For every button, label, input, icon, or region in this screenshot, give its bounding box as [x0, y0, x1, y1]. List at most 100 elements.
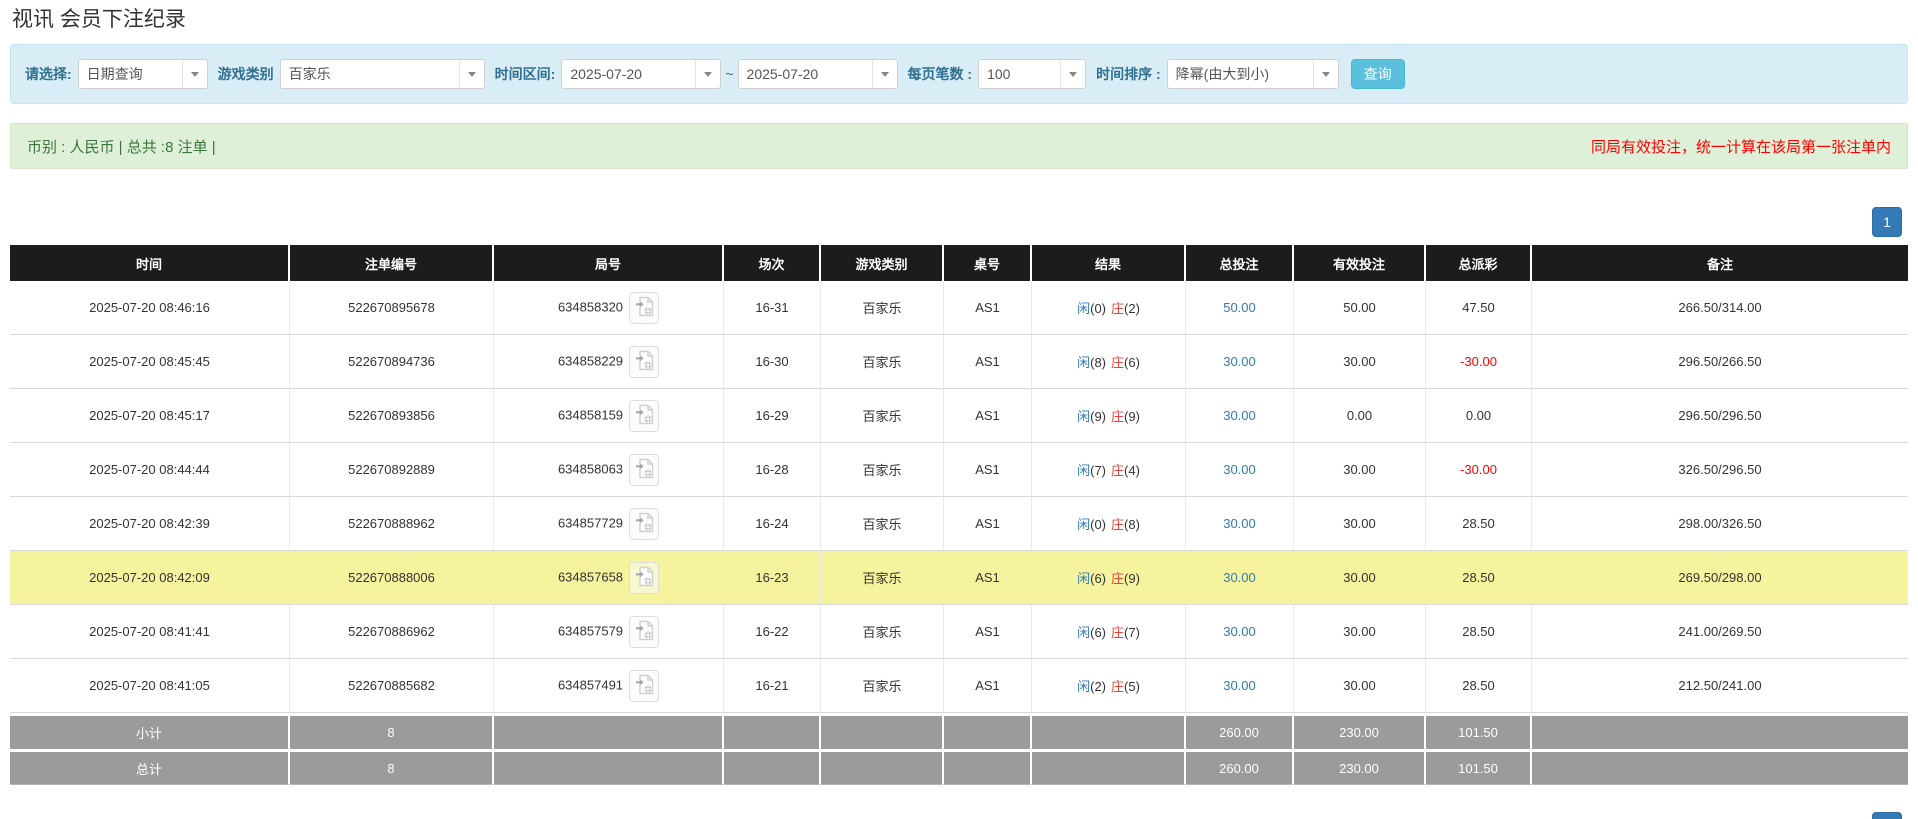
table-header: 时间 注单编号 局号 场次 游戏类别 桌号 结果 总投注 有效投注 总派彩 备注: [10, 245, 1908, 281]
chevron-down-icon[interactable]: [695, 60, 720, 88]
round-id-text: 634857579: [557, 622, 624, 638]
result-player-value: (0): [1090, 517, 1106, 532]
result-player-label: 闲: [1077, 463, 1091, 478]
total-total-bet: 260.00: [1186, 749, 1294, 785]
cell-result: 闲(2) 庄(5): [1032, 659, 1186, 713]
total-bet-link[interactable]: 30.00: [1186, 605, 1294, 659]
search-button[interactable]: 查询: [1350, 59, 1405, 89]
cell-table-no: AS1: [944, 659, 1032, 713]
sort-order-value: 降幂(由大到小): [1175, 66, 1269, 82]
cell-remark: 212.50/241.00: [1532, 659, 1908, 713]
total-bet-link[interactable]: 30.00: [1186, 551, 1294, 605]
column-header-table-no: 桌号: [944, 245, 1032, 281]
video-record-icon-button[interactable]: [629, 669, 660, 702]
chevron-down-icon[interactable]: [1312, 60, 1338, 88]
round-id-text: 634858229: [557, 352, 624, 368]
total-bet-link[interactable]: 30.00: [1186, 443, 1294, 497]
result-banker-label: 庄: [1111, 355, 1125, 370]
filter-panel: 请选择: 日期查询 游戏类别 百家乐 时间区间: 2025-07-20 ~ 20…: [10, 44, 1908, 104]
game-category-select[interactable]: 百家乐: [279, 59, 485, 89]
cell-game: 百家乐: [821, 389, 944, 443]
video-record-icon-button[interactable]: [629, 561, 660, 594]
video-record-icon-button[interactable]: [629, 345, 660, 378]
query-type-value: 日期查询: [86, 66, 143, 82]
page-button-1[interactable]: 1: [1872, 207, 1902, 237]
cell-remark: 326.50/296.50: [1532, 443, 1908, 497]
cell-valid-bet: 30.00: [1294, 443, 1426, 497]
result-banker-value: (6): [1124, 355, 1140, 370]
cell-remark: 298.00/326.50: [1532, 497, 1908, 551]
chevron-down-icon[interactable]: [1060, 60, 1085, 88]
result-player-label: 闲: [1077, 517, 1091, 532]
cell-remark: 296.50/266.50: [1532, 335, 1908, 389]
table-row: 2025-07-20 08:41:41 522670886962 6348575…: [10, 605, 1908, 659]
round-id-text: 634858063: [557, 460, 624, 476]
video-record-icon-button[interactable]: [629, 291, 660, 324]
cell-valid-bet: 50.00: [1294, 281, 1426, 335]
result-player-label: 闲: [1077, 409, 1091, 424]
cell-valid-bet: 30.00: [1294, 605, 1426, 659]
game-category-value: 百家乐: [288, 66, 331, 82]
footer-total-row: 总计 8 260.00 230.00 101.50: [10, 749, 1908, 785]
result-player-value: (0): [1090, 301, 1106, 316]
date-separator: ~: [725, 66, 734, 82]
date-to-select[interactable]: 2025-07-20: [737, 59, 898, 89]
column-header-result: 结果: [1032, 245, 1186, 281]
cell-valid-bet: 0.00: [1294, 389, 1426, 443]
cell-session: 16-31: [724, 281, 821, 335]
cell-valid-bet: 30.00: [1294, 551, 1426, 605]
cell-game: 百家乐: [821, 443, 944, 497]
cell-result: 闲(6) 庄(7): [1032, 605, 1186, 659]
cell-round-id: 634858229: [494, 335, 724, 389]
total-bet-link[interactable]: 30.00: [1186, 335, 1294, 389]
page-size-select[interactable]: 100: [978, 59, 1087, 89]
chevron-down-icon[interactable]: [871, 60, 897, 88]
total-bet-link[interactable]: 30.00: [1186, 389, 1294, 443]
video-record-icon: [635, 512, 654, 536]
result-banker-value: (7): [1124, 625, 1140, 640]
page-button-1-bottom[interactable]: 1: [1872, 812, 1902, 819]
cell-bet-id: 522670886962: [290, 605, 494, 659]
date-from-select[interactable]: 2025-07-20: [561, 59, 722, 89]
video-record-icon-button[interactable]: [629, 507, 660, 540]
subtotal-count: 8: [290, 713, 494, 749]
bets-table: 时间 注单编号 局号 场次 游戏类别 桌号 结果 总投注 有效投注 总派彩 备注…: [10, 245, 1908, 785]
cell-game: 百家乐: [821, 335, 944, 389]
video-record-icon-button[interactable]: [629, 615, 660, 648]
page: 视讯 会员下注纪录 请选择: 日期查询 游戏类别 百家乐 时间区间: 2025-…: [0, 0, 1918, 819]
cell-session: 16-23: [724, 551, 821, 605]
cell-table-no: AS1: [944, 389, 1032, 443]
notice-text: 同局有效投注，统一计算在该局第一张注单内: [1590, 138, 1891, 156]
subtotal-total-bet: 260.00: [1186, 713, 1294, 749]
game-category-label: 游戏类别: [217, 66, 274, 82]
video-record-icon-button[interactable]: [629, 453, 660, 486]
result-player-value: (8): [1090, 355, 1106, 370]
chevron-down-icon[interactable]: [181, 60, 207, 88]
cell-bet-id: 522670893856: [290, 389, 494, 443]
total-payout: 101.50: [1426, 749, 1532, 785]
subtotal-valid-bet: 230.00: [1294, 713, 1426, 749]
time-range-label: 时间区间:: [494, 66, 556, 82]
cell-game: 百家乐: [821, 551, 944, 605]
column-header-time: 时间: [10, 245, 290, 281]
cell-game: 百家乐: [821, 497, 944, 551]
cell-round-id: 634857491: [494, 659, 724, 713]
column-header-game: 游戏类别: [821, 245, 944, 281]
cell-bet-id: 522670895678: [290, 281, 494, 335]
total-bet-link[interactable]: 30.00: [1186, 659, 1294, 713]
video-record-icon: [635, 566, 654, 590]
query-type-select[interactable]: 日期查询: [77, 59, 208, 89]
result-banker-value: (5): [1124, 679, 1140, 694]
total-bet-link[interactable]: 30.00: [1186, 497, 1294, 551]
cell-time: 2025-07-20 08:41:05: [10, 659, 290, 713]
cell-payout: -30.00: [1426, 443, 1532, 497]
total-bet-link[interactable]: 50.00: [1186, 281, 1294, 335]
chevron-down-icon[interactable]: [458, 60, 484, 88]
subtotal-label: 小计: [10, 713, 290, 749]
total-valid-bet: 230.00: [1294, 749, 1426, 785]
page-size-value: 100: [987, 66, 1011, 82]
video-record-icon-button[interactable]: [629, 399, 660, 432]
cell-game: 百家乐: [821, 659, 944, 713]
sort-order-select[interactable]: 降幂(由大到小): [1166, 59, 1339, 89]
column-header-payout: 总派彩: [1426, 245, 1532, 281]
